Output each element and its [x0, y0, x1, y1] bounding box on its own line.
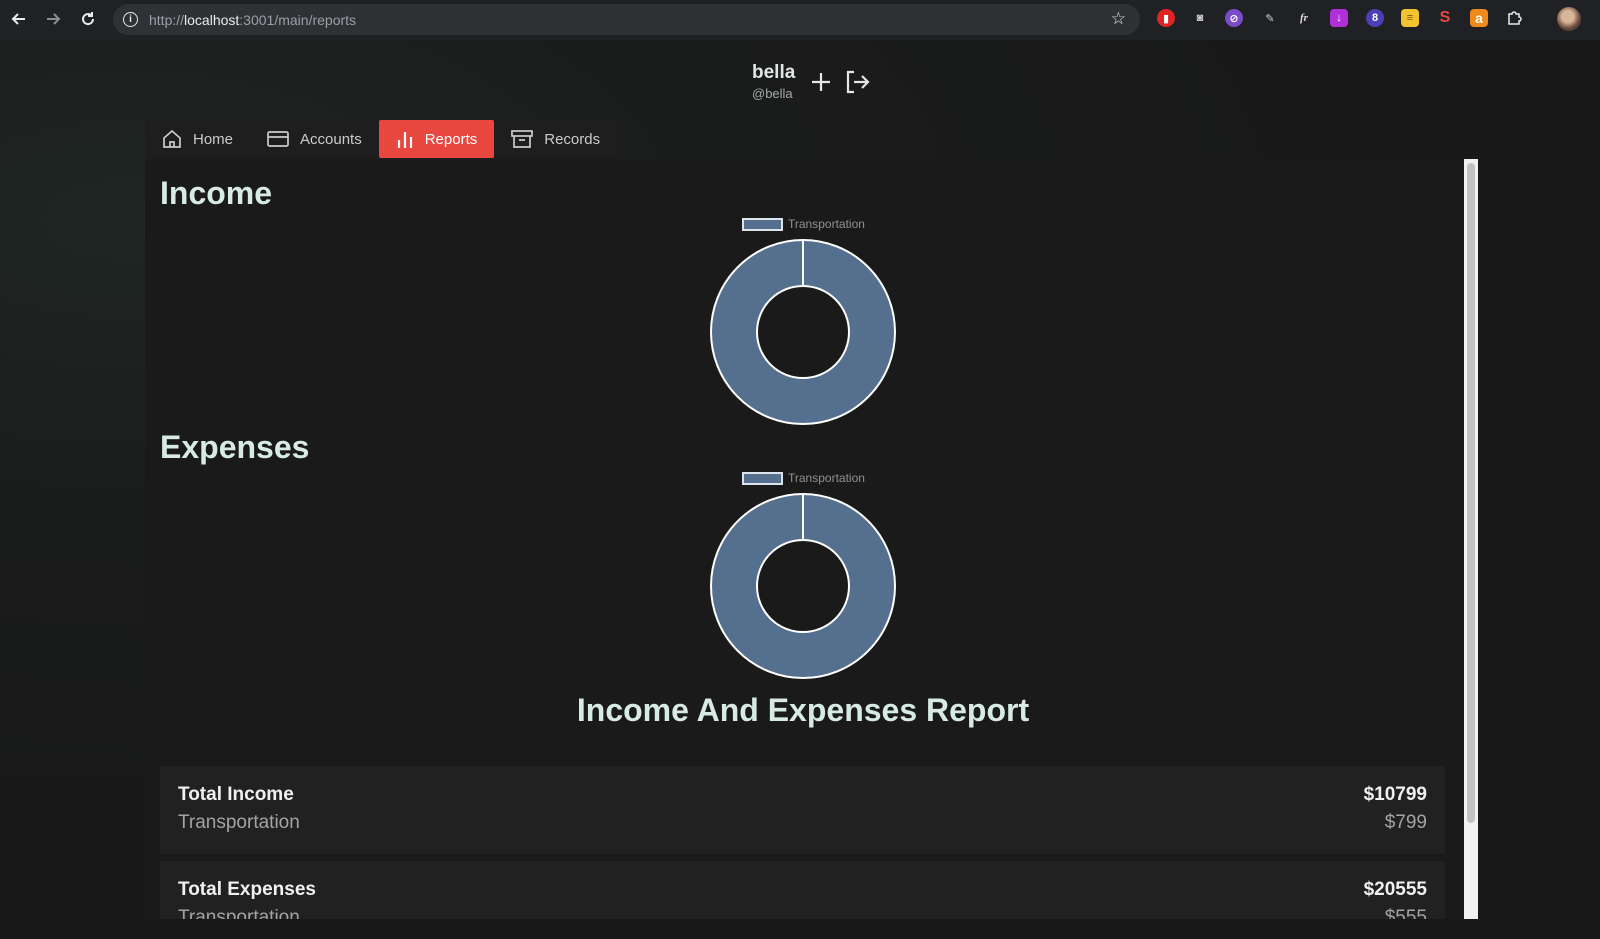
profile-avatar[interactable]: [1557, 7, 1581, 31]
url-path: :3001/main/reports: [239, 11, 357, 28]
tab-home-label: Home: [193, 130, 234, 148]
expenses-donut-chart[interactable]: [708, 491, 898, 681]
user-handle: @bella: [752, 86, 793, 101]
total-income-value: $10799: [1363, 784, 1427, 805]
cap-extension-icon[interactable]: 8: [1366, 9, 1384, 27]
address-bar[interactable]: i http://localhost:3001/main/reports ☆: [113, 4, 1140, 35]
total-income-card: Total Income $10799 Transportation $799: [160, 766, 1445, 854]
income-category-name: Transportation: [178, 812, 300, 833]
extension-red-icon[interactable]: ▮: [1157, 9, 1175, 27]
income-title: Income: [160, 175, 273, 211]
s-extension-icon[interactable]: S: [1436, 9, 1454, 27]
site-info-icon[interactable]: i: [123, 12, 138, 27]
browser-toolbar: i http://localhost:3001/main/reports ☆ ▮…: [0, 0, 1600, 40]
total-expenses-label: Total Expenses: [178, 879, 316, 900]
tab-reports[interactable]: Reports: [378, 120, 495, 158]
income-legend-label: Transportation: [788, 217, 865, 231]
download-extension-icon[interactable]: ↓: [1330, 9, 1348, 27]
tab-home[interactable]: Home: [145, 120, 250, 158]
tab-accounts-label: Accounts: [300, 130, 362, 148]
total-income-label: Total Income: [178, 784, 294, 805]
tab-records[interactable]: Records: [494, 120, 617, 158]
url-prefix: http://: [149, 11, 185, 28]
reload-icon[interactable]: [77, 8, 99, 30]
user-name: bella: [752, 62, 796, 83]
add-icon[interactable]: [809, 70, 833, 94]
archive-icon: [511, 130, 534, 148]
report-title: Income And Expenses Report: [576, 692, 1030, 728]
income-donut-chart[interactable]: [708, 237, 898, 427]
income-legend[interactable]: Transportation: [742, 217, 865, 231]
user-header: bella @bella: [752, 62, 871, 101]
credit-card-icon: [267, 131, 289, 147]
url-host: localhost: [184, 11, 240, 28]
total-expenses-value: $20555: [1363, 879, 1427, 900]
expenses-title: Expenses: [160, 429, 310, 465]
user-info: bella @bella: [752, 62, 795, 101]
tab-reports-label: Reports: [424, 130, 478, 148]
expenses-category-value: $555: [1384, 907, 1427, 919]
fx-extension-icon[interactable]: fr: [1295, 9, 1313, 27]
reports-panel: Income Transportation Expenses Transport…: [145, 159, 1477, 919]
bookmark-star-icon[interactable]: ☆: [1111, 9, 1126, 29]
legend-swatch: [742, 217, 783, 231]
bar-chart-icon: [397, 132, 412, 148]
home-icon: [163, 129, 181, 148]
total-expenses-card: Total Expenses $20555 Transportation $55…: [160, 861, 1445, 919]
donut-hole: [756, 539, 850, 633]
tab-records-label: Records: [544, 130, 601, 148]
expenses-category-name: Transportation: [178, 907, 300, 919]
income-category-value: $799: [1384, 812, 1427, 833]
tab-accounts[interactable]: Accounts: [250, 120, 379, 158]
camera-extension-icon[interactable]: ◙: [1191, 9, 1209, 27]
logout-icon[interactable]: [843, 68, 871, 96]
pen-extension-icon[interactable]: ✎: [1261, 9, 1279, 27]
expenses-legend-label: Transportation: [788, 471, 865, 485]
legend-swatch: [742, 471, 783, 485]
extension-badge: 8: [1371, 12, 1379, 24]
donut-hole: [756, 285, 850, 379]
puzzle-extensions-icon[interactable]: [1505, 9, 1523, 27]
a-extension-icon[interactable]: a: [1470, 9, 1488, 27]
back-arrow-icon[interactable]: [8, 8, 30, 30]
compass-extension-icon[interactable]: ⊘: [1225, 9, 1243, 27]
forward-arrow-icon[interactable]: [42, 8, 64, 30]
tab-bar: Home Accounts Reports Records: [145, 120, 618, 160]
expenses-legend[interactable]: Transportation: [742, 471, 865, 485]
notes-extension-icon[interactable]: ≡: [1401, 9, 1419, 27]
page: bella @bella Home Accounts Reports Recor…: [0, 40, 1600, 939]
scrollbar-thumb[interactable]: [1467, 163, 1475, 823]
